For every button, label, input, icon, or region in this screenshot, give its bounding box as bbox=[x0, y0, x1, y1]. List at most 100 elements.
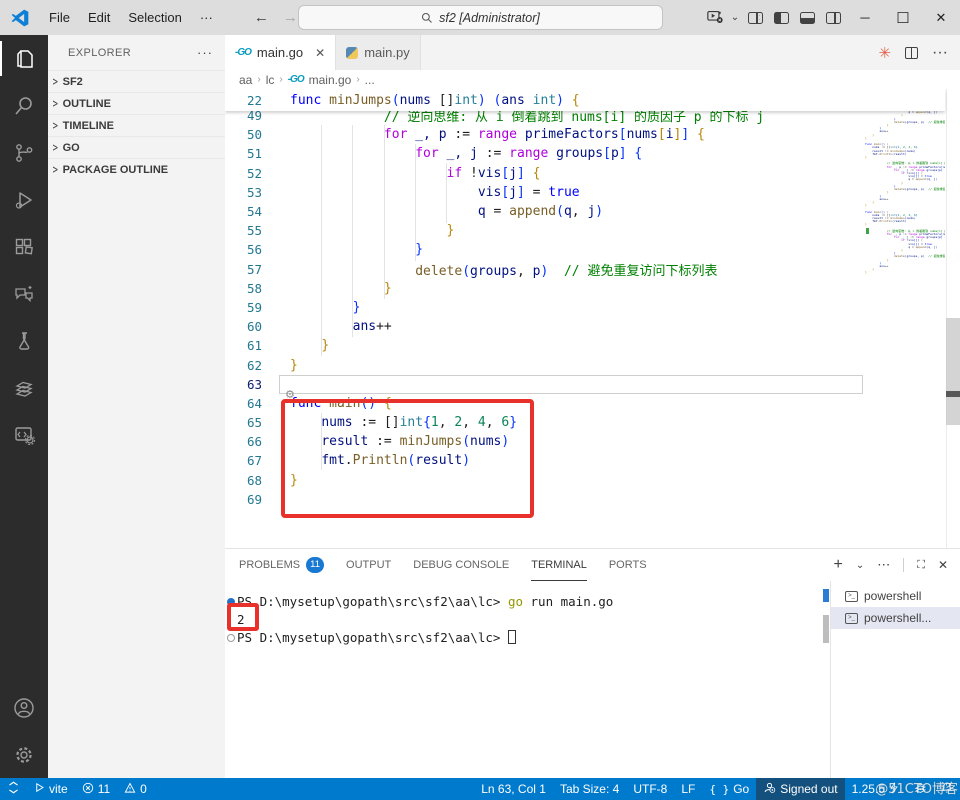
run-profile-button[interactable] bbox=[702, 6, 728, 30]
nav-back-icon[interactable]: ← bbox=[254, 9, 269, 26]
breadcrumb-item[interactable]: lc bbox=[266, 73, 275, 87]
chevron-right-icon: > bbox=[52, 162, 58, 177]
toggle-primary-sidebar-button[interactable] bbox=[768, 6, 794, 30]
run-debug-icon[interactable] bbox=[0, 176, 48, 223]
account-icon[interactable] bbox=[0, 684, 48, 731]
vscode-logo-icon bbox=[11, 9, 29, 26]
gear-icon[interactable]: ⚙ bbox=[285, 388, 295, 401]
new-terminal-icon[interactable]: + bbox=[834, 556, 843, 574]
settings-gear-icon[interactable] bbox=[0, 731, 48, 778]
panel-tab-problems[interactable]: PROBLEMS 11 bbox=[239, 549, 325, 581]
status-item-lf[interactable]: LF bbox=[674, 778, 702, 800]
window-close-button[interactable]: ✕ bbox=[922, 0, 960, 35]
panel-tab-label: PROBLEMS bbox=[239, 559, 301, 571]
source-control-icon[interactable] bbox=[0, 129, 48, 176]
code-text: for _, j := range groups[p] { bbox=[415, 146, 643, 162]
tab-label: main.go bbox=[256, 45, 304, 60]
activity-bar-spacer bbox=[0, 458, 48, 684]
command-center-search[interactable]: sf2 [Administrator] bbox=[298, 5, 663, 30]
sidebar-section-package-outline[interactable]: > PACKAGE OUTLINE bbox=[48, 158, 225, 180]
scrollbar-thumb[interactable] bbox=[946, 318, 960, 425]
sidebar-section-timeline[interactable]: > TIMELINE bbox=[48, 114, 225, 136]
sidebar-section-go[interactable]: > GO bbox=[48, 136, 225, 158]
nav-forward-icon[interactable]: → bbox=[283, 9, 298, 26]
panel-more-icon[interactable]: ⋯ bbox=[877, 557, 890, 573]
chat-icon[interactable] bbox=[0, 270, 48, 317]
explorer-icon[interactable] bbox=[0, 35, 48, 82]
code-text: } bbox=[446, 223, 455, 239]
command-decoration-icon[interactable] bbox=[227, 634, 235, 642]
close-panel-icon[interactable]: ✕ bbox=[938, 558, 948, 572]
status-label: Ln 63, Col 1 bbox=[481, 782, 546, 796]
breadcrumb-item[interactable]: ... bbox=[365, 73, 375, 87]
activity-bar bbox=[0, 35, 48, 778]
terminal-list-scrollbar[interactable] bbox=[823, 615, 829, 643]
terminal[interactable]: PS D:\mysetup\gopath\src\sf2\aa\lc> go r… bbox=[225, 581, 828, 778]
sidebar-section-sf2[interactable]: > SF2 bbox=[48, 70, 225, 92]
status-item-ln-63-col-1[interactable]: Ln 63, Col 1 bbox=[474, 778, 553, 800]
minimap[interactable]: func minJumps(nums []int) (ans int) { //… bbox=[865, 92, 945, 320]
status-item-bell-icon[interactable] bbox=[934, 778, 960, 800]
tab-main-py[interactable]: main.py bbox=[336, 35, 421, 70]
menu-item-edit[interactable]: Edit bbox=[79, 6, 119, 30]
chevron-down-icon[interactable]: ⌄ bbox=[728, 6, 742, 30]
customize-layout-button[interactable]: ∙ ∙ bbox=[742, 6, 768, 30]
window-minimize-button[interactable]: ─ bbox=[846, 0, 884, 35]
status-label: vite bbox=[49, 782, 68, 796]
window-maximize-button[interactable]: ☐ bbox=[884, 0, 922, 35]
close-icon[interactable]: ✕ bbox=[315, 46, 325, 60]
breadcrumb-item[interactable]: main.go bbox=[309, 73, 352, 87]
status-item-1.25.5[interactable]: 1.25.5 bbox=[845, 778, 906, 800]
status-item-remote-icon[interactable] bbox=[0, 778, 27, 800]
status-item-utf-8[interactable]: UTF-8 bbox=[626, 778, 674, 800]
indent-guide bbox=[446, 163, 447, 223]
breadcrumb-item[interactable]: aa bbox=[239, 73, 252, 87]
sidebar-more-icon[interactable]: ··· bbox=[197, 45, 213, 60]
menu-item-selection[interactable]: Selection bbox=[119, 6, 190, 30]
status-item-vite[interactable]: vite bbox=[27, 778, 75, 800]
maximize-panel-icon[interactable]: ⛶ bbox=[917, 559, 925, 572]
status-item-tab-size-4[interactable]: Tab Size: 4 bbox=[553, 778, 626, 800]
tab-main-go[interactable]: -GO main.go ✕ bbox=[225, 35, 337, 70]
testing-icon[interactable] bbox=[0, 317, 48, 364]
menu-item-file[interactable]: File bbox=[40, 6, 79, 30]
panel-tab-debug-console[interactable]: DEBUG CONSOLE bbox=[413, 549, 509, 581]
panel-tab-terminal[interactable]: TERMINAL bbox=[531, 549, 587, 581]
code-text: for _, p := range primeFactors[nums[i]] … bbox=[383, 127, 705, 143]
terminal-list-item[interactable]: >_ powershell bbox=[831, 585, 960, 607]
split-editor-icon[interactable] bbox=[905, 46, 919, 59]
sticky-scroll-line[interactable]: 22 func minJumps(nums []int) (ans int) { bbox=[225, 89, 945, 111]
search-icon[interactable] bbox=[0, 82, 48, 129]
terminal-list-item[interactable]: >_ powershell... bbox=[831, 607, 960, 629]
sidebar-section-outline[interactable]: > OUTLINE bbox=[48, 92, 225, 114]
panel-tab-output[interactable]: OUTPUT bbox=[346, 549, 391, 581]
status-item-0[interactable]: 0 bbox=[117, 778, 154, 800]
breadcrumb[interactable]: aa › lc › -GO main.go ›... bbox=[225, 70, 960, 89]
line-number: 55 bbox=[246, 223, 262, 239]
code-line-22[interactable]: 22 func minJumps(nums []int) (ans int) { bbox=[225, 89, 580, 111]
line-number: 53 bbox=[246, 184, 262, 200]
status-label: LF bbox=[681, 782, 696, 796]
go-extension-icon[interactable] bbox=[0, 364, 48, 411]
code-text: if !vis[j] { bbox=[446, 165, 541, 181]
editor-more-actions-icon[interactable]: ··· bbox=[932, 44, 948, 62]
code-line-62[interactable]: 62} bbox=[225, 355, 865, 374]
toggle-secondary-sidebar-button[interactable] bbox=[820, 6, 846, 30]
status-item-signed-out[interactable]: Signed out bbox=[756, 778, 845, 800]
code-editor[interactable]: 49 // 逆向思维: 从 i 倒着跳到 nums[i] 的质因子 p 的下标 … bbox=[225, 89, 960, 548]
section-label: GO bbox=[62, 141, 80, 154]
status-item-11[interactable]: 11 bbox=[75, 778, 117, 800]
menu-item-moremoremore[interactable]: ··· bbox=[191, 6, 222, 30]
terminal-icon: >_ bbox=[845, 590, 858, 602]
extensions-icon[interactable] bbox=[0, 223, 48, 270]
toggle-panel-button[interactable] bbox=[794, 6, 820, 30]
status-item-go[interactable]: { } Go bbox=[702, 778, 756, 800]
editor-scrollbar[interactable] bbox=[946, 89, 960, 548]
panel-tab-ports[interactable]: PORTS bbox=[609, 549, 647, 581]
status-item-gopher-icon[interactable] bbox=[906, 778, 934, 800]
run-code-icon[interactable]: ✳ bbox=[878, 44, 891, 62]
chevron-right-icon: > bbox=[52, 74, 58, 89]
code-runner-icon[interactable] bbox=[0, 411, 48, 458]
chevron-down-icon[interactable]: ⌄ bbox=[856, 560, 864, 571]
panel-tab-label: OUTPUT bbox=[346, 559, 392, 571]
